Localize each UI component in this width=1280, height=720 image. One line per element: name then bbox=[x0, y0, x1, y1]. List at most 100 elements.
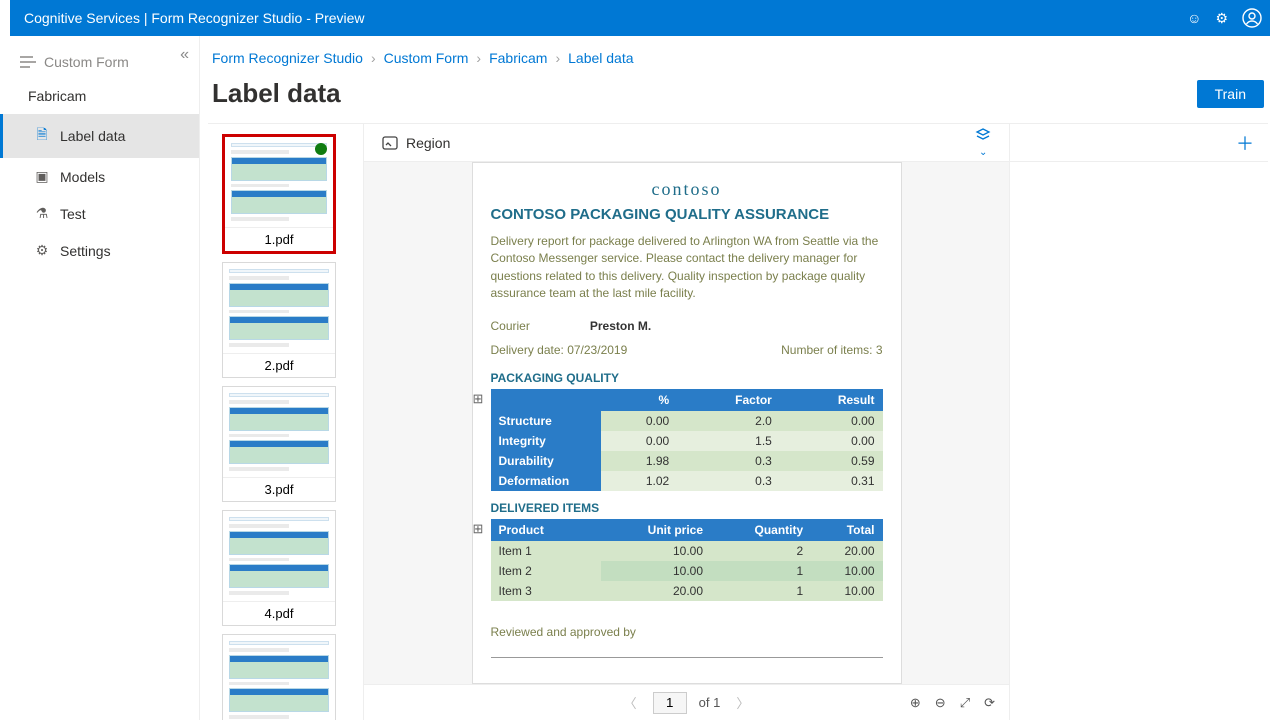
packaging-quality-table: %FactorResult Structure0.002.00.00 Integ… bbox=[491, 389, 883, 491]
layers-tool[interactable]: ⌄ bbox=[975, 128, 991, 158]
region-label: Region bbox=[406, 135, 450, 151]
td: 1.98 bbox=[601, 451, 678, 471]
sidebar-nav: 🗎 Label data ▣ Models ⚗ Test ⚙ Settings bbox=[0, 114, 199, 269]
td: Item 2 bbox=[491, 561, 601, 581]
delivery-date: Delivery date: 07/23/2019 bbox=[491, 343, 628, 357]
sidebar-item-models[interactable]: ▣ Models bbox=[0, 158, 199, 195]
doc-paragraph: Delivery report for package delivered to… bbox=[491, 233, 883, 303]
canvas-toolbar: Region ⌄ bbox=[364, 124, 1009, 162]
breadcrumb-item[interactable]: Form Recognizer Studio bbox=[212, 50, 363, 66]
td: 2 bbox=[711, 541, 811, 561]
prev-page-icon[interactable]: 〈 bbox=[620, 693, 641, 712]
courier-row: Courier Preston M. bbox=[491, 319, 883, 333]
region-icon bbox=[382, 136, 398, 150]
document-page: contoso CONTOSO PACKAGING QUALITY ASSURA… bbox=[472, 162, 902, 684]
breadcrumb-item[interactable]: Label data bbox=[568, 50, 633, 66]
thumbnail-name: 3.pdf bbox=[223, 477, 335, 501]
th: Total bbox=[811, 519, 882, 541]
fit-icon[interactable]: ⤢ bbox=[960, 695, 970, 711]
td: 20.00 bbox=[811, 541, 882, 561]
settings-icon[interactable]: ⚙ bbox=[1215, 10, 1228, 27]
project-name[interactable]: Fabricam bbox=[0, 84, 199, 114]
labeled-indicator-icon bbox=[315, 143, 327, 155]
hamburger-icon[interactable] bbox=[20, 55, 36, 69]
td: 10.00 bbox=[811, 561, 882, 581]
canvas-column: Region ⌄ contoso CONTOSO PACKAGING QUALI… bbox=[363, 124, 1010, 720]
td: 1.5 bbox=[677, 431, 780, 451]
thumbnail-item[interactable]: 4.pdf bbox=[222, 510, 336, 626]
rotate-icon[interactable]: ⟳ bbox=[984, 695, 995, 711]
collapse-sidebar-icon[interactable]: « bbox=[180, 46, 189, 64]
delivered-items-table: ProductUnit priceQuantityTotal Item 110.… bbox=[491, 519, 883, 601]
region-tool[interactable]: Region bbox=[382, 135, 450, 151]
pq-title: PACKAGING QUALITY bbox=[491, 371, 883, 385]
td: Deformation bbox=[491, 471, 601, 491]
td: 0.00 bbox=[780, 411, 883, 431]
app-header: Cognitive Services | Form Recognizer Stu… bbox=[10, 0, 1270, 36]
chevron-right-icon: › bbox=[371, 50, 376, 66]
td: 0.59 bbox=[780, 451, 883, 471]
td: 0.00 bbox=[601, 411, 678, 431]
page-input[interactable] bbox=[653, 692, 687, 714]
doc-title: CONTOSO PACKAGING QUALITY ASSURANCE bbox=[491, 206, 883, 223]
sidebar-item-label: Settings bbox=[60, 243, 111, 259]
breadcrumb-item[interactable]: Fabricam bbox=[489, 50, 547, 66]
td: 1 bbox=[711, 581, 811, 601]
zoom-out-icon[interactable]: ⊖ bbox=[935, 695, 946, 711]
flask-icon: ⚗ bbox=[34, 205, 50, 222]
thumbnail-name: 4.pdf bbox=[223, 601, 335, 625]
next-page-icon[interactable]: 〉 bbox=[732, 693, 753, 712]
thumbnail-list: 1.pdf 2.pdf 3.pdf 4.pdf 5.pdf bbox=[208, 124, 363, 720]
chevron-right-icon: › bbox=[476, 50, 481, 66]
td: 2.0 bbox=[677, 411, 780, 431]
meta-row: Delivery date: 07/23/2019 Number of item… bbox=[491, 343, 883, 357]
chevron-right-icon: › bbox=[555, 50, 560, 66]
signature-line bbox=[491, 657, 883, 658]
thumbnail-item[interactable]: 1.pdf bbox=[222, 134, 336, 254]
doc-brand: contoso bbox=[491, 179, 883, 200]
td: 0.31 bbox=[780, 471, 883, 491]
gear-icon: ⚙ bbox=[34, 242, 50, 259]
sidebar-item-settings[interactable]: ⚙ Settings bbox=[0, 232, 199, 269]
td: Integrity bbox=[491, 431, 601, 451]
pager: 〈 of 1 〉 ⊕ ⊖ ⤢ ⟳ bbox=[364, 684, 1009, 720]
td: Durability bbox=[491, 451, 601, 471]
thumbnail-item[interactable]: 2.pdf bbox=[222, 262, 336, 378]
sidebar-item-label-data[interactable]: 🗎 Label data bbox=[0, 114, 199, 158]
sidebar-item-label: Label data bbox=[60, 128, 125, 144]
td: 1.02 bbox=[601, 471, 678, 491]
feedback-icon[interactable]: ☺ bbox=[1187, 10, 1201, 26]
reviewed-label: Reviewed and approved by bbox=[491, 625, 883, 639]
zoom-in-icon[interactable]: ⊕ bbox=[910, 695, 921, 711]
sidebar-item-label: Models bbox=[60, 169, 105, 185]
td: 20.00 bbox=[601, 581, 712, 601]
item-count: Number of items: 3 bbox=[781, 343, 882, 357]
td: Item 1 bbox=[491, 541, 601, 561]
labels-toolbar: ＋ bbox=[1010, 124, 1268, 162]
thumbnail-name: 1.pdf bbox=[225, 227, 333, 251]
td: 10.00 bbox=[811, 581, 882, 601]
courier-value: Preston M. bbox=[590, 319, 651, 333]
page-title: Label data bbox=[212, 78, 341, 109]
page-total: of 1 bbox=[699, 695, 721, 710]
train-button[interactable]: Train bbox=[1197, 80, 1264, 108]
account-icon[interactable] bbox=[1242, 8, 1262, 28]
chevron-down-icon: ⌄ bbox=[975, 147, 987, 158]
document-viewport[interactable]: contoso CONTOSO PACKAGING QUALITY ASSURA… bbox=[364, 162, 1009, 684]
td: 0.3 bbox=[677, 471, 780, 491]
page-head: Label data Train bbox=[208, 74, 1268, 124]
table-icon[interactable]: ⊞ bbox=[473, 391, 484, 407]
thumbnail-name: 2.pdf bbox=[223, 353, 335, 377]
th: Unit price bbox=[601, 519, 712, 541]
td: 0.00 bbox=[780, 431, 883, 451]
add-label-icon[interactable]: ＋ bbox=[1236, 130, 1254, 156]
th: Result bbox=[780, 389, 883, 411]
breadcrumb: Form Recognizer Studio › Custom Form › Fab… bbox=[208, 36, 1268, 74]
di-title: DELIVERED ITEMS bbox=[491, 501, 883, 515]
breadcrumb-item[interactable]: Custom Form bbox=[384, 50, 469, 66]
sidebar-item-test[interactable]: ⚗ Test bbox=[0, 195, 199, 232]
app-title: Cognitive Services | Form Recognizer Stu… bbox=[24, 10, 365, 26]
thumbnail-item[interactable]: 3.pdf bbox=[222, 386, 336, 502]
table-icon[interactable]: ⊞ bbox=[473, 521, 484, 537]
thumbnail-item[interactable]: 5.pdf bbox=[222, 634, 336, 720]
